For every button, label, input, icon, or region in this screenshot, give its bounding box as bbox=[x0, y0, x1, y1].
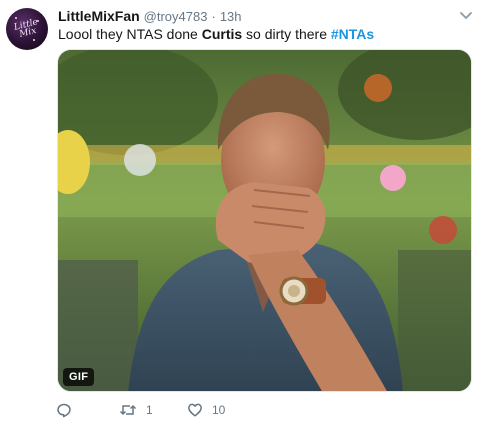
gif-media[interactable]: GIF bbox=[57, 49, 472, 392]
avatar-sparkle bbox=[33, 39, 35, 41]
hashtag-link[interactable]: #NTAs bbox=[331, 26, 374, 42]
avatar[interactable]: Little Mix bbox=[6, 8, 48, 50]
retweet-count: 1 bbox=[146, 403, 153, 417]
gif-badge: GIF bbox=[63, 368, 95, 386]
avatar-sparkle bbox=[15, 17, 17, 19]
timestamp[interactable]: 13h bbox=[220, 9, 242, 24]
reply-button[interactable] bbox=[56, 398, 72, 422]
like-button[interactable]: 10 bbox=[187, 398, 225, 422]
avatar-logo-text: Little Mix bbox=[13, 17, 40, 40]
tweet-header: LittleMixFan @troy4783 · 13h bbox=[58, 8, 242, 26]
tweet[interactable]: Little Mix LittleMixFan @troy4783 · 13h … bbox=[0, 0, 480, 428]
tweet-text-part: so dirty there bbox=[242, 26, 331, 42]
gif-frame-image bbox=[58, 50, 471, 391]
heart-icon bbox=[188, 403, 202, 417]
retweet-icon bbox=[119, 405, 137, 415]
tweet-actions: 1 10 bbox=[0, 398, 480, 422]
tweet-text: Loool they NTAS done Curtis so dirty the… bbox=[58, 25, 374, 43]
reply-icon bbox=[57, 403, 71, 418]
tweet-text-part: Loool they NTAS done bbox=[58, 26, 202, 42]
like-count: 10 bbox=[212, 403, 226, 417]
display-name[interactable]: LittleMixFan bbox=[58, 8, 140, 24]
tweet-text-bold: Curtis bbox=[201, 26, 243, 42]
chevron-down-icon[interactable] bbox=[459, 10, 473, 22]
separator-dot: · bbox=[211, 9, 216, 24]
user-handle[interactable]: @troy4783 bbox=[144, 9, 208, 24]
retweet-button[interactable]: 1 bbox=[119, 398, 153, 422]
